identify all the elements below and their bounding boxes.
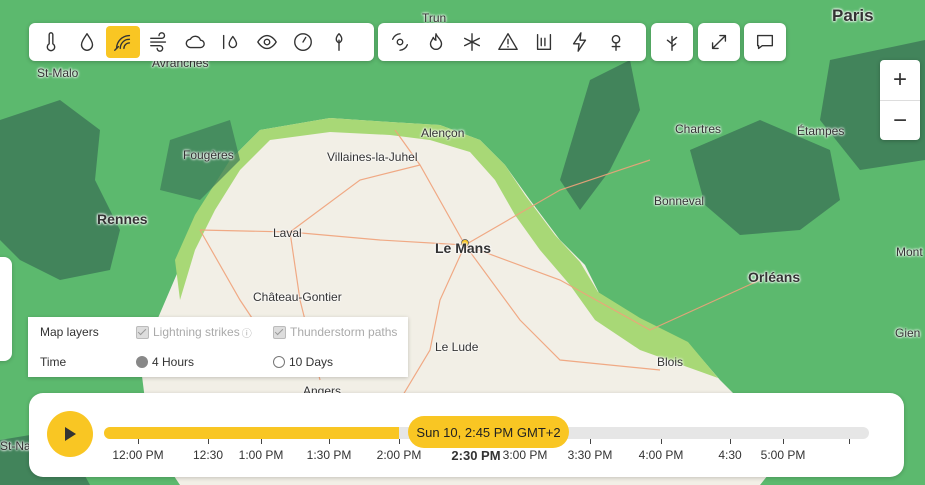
timeline-panel: 12:00 PM 12:30 1:00 PM 1:30 PM 2:00 PM 2:30 P… (29, 393, 904, 477)
weather-layer-toolbar (29, 23, 374, 61)
timeline-label[interactable]: 5:00 PM (761, 448, 806, 462)
city-label: Gien (895, 326, 921, 340)
timeline-label[interactable]: 12:00 PM (112, 448, 163, 462)
city-label: Étampes (797, 124, 845, 138)
city-label: St-Na (0, 439, 31, 453)
hurricane-icon[interactable] (383, 26, 417, 58)
time-10-days-radio[interactable]: 10 Days (273, 355, 333, 369)
warning-icon[interactable] (491, 26, 525, 58)
plant-icon[interactable] (656, 26, 688, 58)
expand-toolbar (698, 23, 740, 61)
timeline-tick (261, 439, 262, 444)
pressure-gauge-icon[interactable] (286, 26, 320, 58)
raindrop-icon[interactable] (70, 26, 104, 58)
city-label: Mont (896, 245, 923, 259)
timeline-tick (783, 439, 784, 444)
snowflake-icon[interactable] (455, 26, 489, 58)
lightning-radar-icon[interactable] (106, 26, 140, 58)
timeline-tick (730, 439, 731, 444)
pollen-icon[interactable] (599, 26, 633, 58)
flood-icon[interactable] (527, 26, 561, 58)
humidity-icon[interactable] (214, 26, 248, 58)
timeline-label[interactable]: 2:30 PM (451, 448, 500, 463)
plant-toolbar (651, 23, 693, 61)
zoom-control: + − (880, 60, 920, 140)
city-label: Chartres (675, 122, 722, 136)
city-label: Fougères (183, 148, 234, 162)
current-time-bubble[interactable]: Sun 10, 2:45 PM GMT+2 (408, 416, 569, 448)
city-label: Orléans (748, 269, 801, 285)
city-label: Laval (273, 226, 302, 240)
comment-icon[interactable] (749, 26, 781, 58)
map-layers-panel: Map layers Lightning strikes ⓘ Thundersto… (28, 317, 408, 377)
timeline-label[interactable]: 1:00 PM (239, 448, 284, 462)
zoom-out-button[interactable]: − (880, 101, 920, 141)
timeline-label[interactable]: 3:30 PM (568, 448, 613, 462)
leaf-icon[interactable] (322, 26, 356, 58)
timeline-tick (590, 439, 591, 444)
city-label: Le Mans (435, 240, 492, 256)
timeline-label[interactable]: 3:00 PM (503, 448, 548, 462)
fire-icon[interactable] (419, 26, 453, 58)
timeline-label[interactable]: 12:30 (193, 448, 223, 462)
timeline-tick (399, 439, 400, 444)
lightning-strikes-checkbox[interactable]: Lightning strikes ⓘ (136, 325, 252, 340)
cloud-icon[interactable] (178, 26, 212, 58)
comment-toolbar (744, 23, 786, 61)
city-label: Blois (657, 355, 684, 369)
city-label: Château-Gontier (253, 290, 342, 304)
timeline-tick (329, 439, 330, 444)
zoom-in-button[interactable]: + (880, 60, 920, 101)
wind-icon[interactable] (142, 26, 176, 58)
thunderstorm-paths-checkbox[interactable]: Thunderstorm paths (273, 325, 397, 339)
city-label: Rennes (97, 211, 148, 227)
timeline-tick (208, 439, 209, 444)
timeline-tick (849, 439, 850, 444)
timeline-tick (661, 439, 662, 444)
city-label: Paris (832, 6, 874, 25)
city-label: St-Malo (37, 66, 79, 80)
timeline-tick (138, 439, 139, 444)
city-label: Alençon (421, 126, 465, 140)
expand-icon[interactable] (703, 26, 735, 58)
timeline-label[interactable]: 4:00 PM (639, 448, 684, 462)
play-button[interactable] (47, 411, 93, 457)
play-icon (65, 427, 76, 441)
timeline-label[interactable]: 1:30 PM (307, 448, 352, 462)
lightning-bolt-icon[interactable] (563, 26, 597, 58)
time-4-hours-radio[interactable]: 4 Hours (136, 355, 194, 369)
city-label: Villaines-la-Juhel (327, 150, 418, 164)
city-label: Bonneval (654, 194, 705, 208)
time-label: Time (40, 355, 67, 369)
timeline-label[interactable]: 2:00 PM (377, 448, 422, 462)
city-label: Le Lude (435, 340, 479, 354)
thermometer-icon[interactable] (34, 26, 68, 58)
side-panel-tab[interactable] (0, 257, 12, 361)
hazard-layer-toolbar (378, 23, 646, 61)
eye-icon[interactable] (250, 26, 284, 58)
map-layers-label: Map layers (40, 325, 99, 339)
timeline-label[interactable]: 4:30 (718, 448, 741, 462)
timeline-progress (104, 427, 400, 439)
